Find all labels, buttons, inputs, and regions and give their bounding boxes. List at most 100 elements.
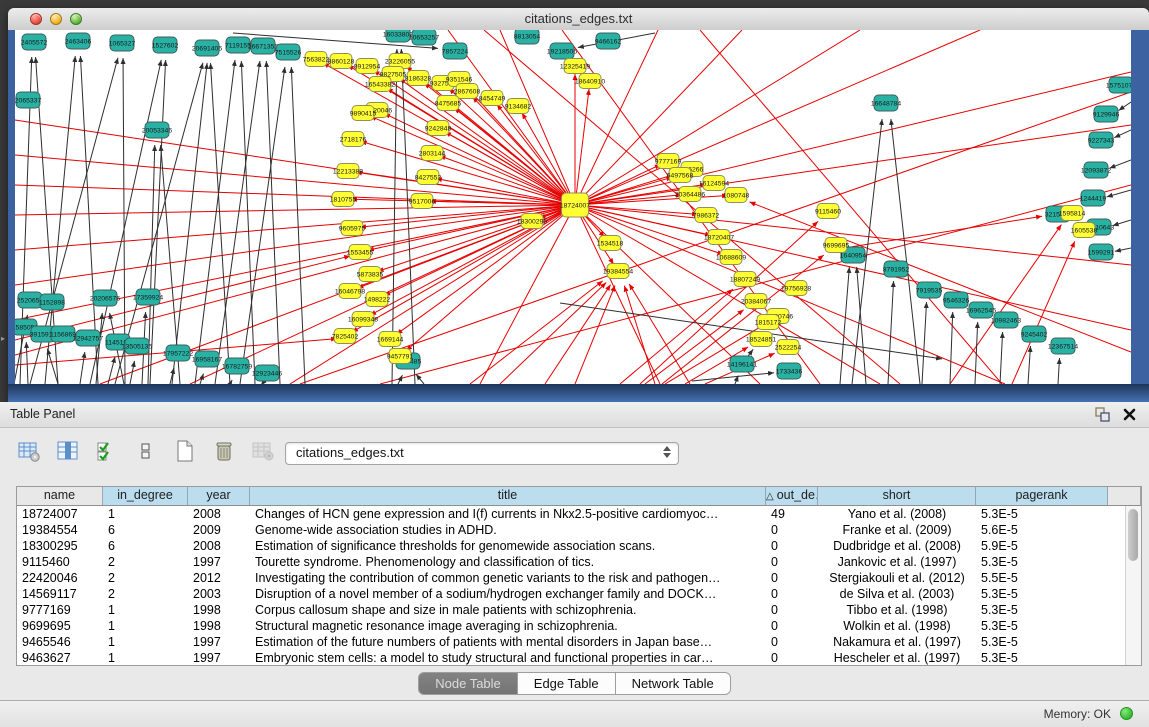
column-header-indegree[interactable]: in_degree	[103, 487, 188, 505]
close-window-button[interactable]	[30, 13, 42, 25]
cell-short[interactable]: Dudbridge et al. (2008)	[818, 538, 976, 554]
table-row[interactable]: 1830029562008Estimation of significance …	[17, 538, 1141, 554]
cell-indegree[interactable]: 1	[103, 634, 188, 650]
graph-node[interactable]: 1733436	[776, 363, 803, 379]
graph-node[interactable]: 18807249	[730, 272, 760, 287]
graph-node[interactable]: 6497568	[667, 168, 694, 183]
graph-node[interactable]: 8860128	[328, 54, 355, 69]
cell-outde[interactable]: 0	[766, 634, 818, 650]
graph-node[interactable]: 19756928	[781, 281, 811, 296]
cell-pagerank[interactable]: 5.9E-5	[976, 538, 1108, 554]
cell-title[interactable]: Corpus callosum shape and size in male p…	[250, 602, 766, 618]
column-header-pagerank[interactable]: pagerank	[976, 487, 1108, 505]
graph-node[interactable]: 16671355	[248, 38, 278, 54]
table-row[interactable]: 1872400712008Changes of HCN gene express…	[17, 506, 1141, 522]
cell-short[interactable]: Franke et al. (2009)	[818, 522, 976, 538]
cell-outde[interactable]: 0	[766, 554, 818, 570]
column-header-name[interactable]: name	[17, 487, 103, 505]
cell-name[interactable]: 19384554	[17, 522, 103, 538]
graph-node[interactable]: 12923446	[252, 365, 282, 381]
cell-year[interactable]: 1997	[188, 554, 250, 570]
graph-node[interactable]: 2803144	[419, 146, 446, 161]
memory-status-icon[interactable]	[1120, 707, 1133, 720]
graph-node[interactable]: 2405572	[21, 34, 48, 50]
table-row[interactable]: 1456911722003Disruption of a novel membe…	[17, 586, 1141, 602]
cell-indegree[interactable]: 6	[103, 538, 188, 554]
graph-node[interactable]: 12093872	[1081, 162, 1111, 178]
graph-node[interactable]: 9242848	[425, 121, 452, 136]
tab-edge-table[interactable]: Edge Table	[518, 672, 616, 695]
graph-node[interactable]: 14196141	[727, 356, 757, 372]
graph-node[interactable]: 9227343	[1088, 132, 1115, 148]
cell-short[interactable]: Jankovic et al. (1997)	[818, 554, 976, 570]
cell-name[interactable]: 22420046	[17, 570, 103, 586]
table-row[interactable]: 946362711997Embryonic stem cells: a mode…	[17, 650, 1141, 666]
graph-node[interactable]: 1815172	[755, 315, 782, 330]
cell-year[interactable]: 2012	[188, 570, 250, 586]
graph-node[interactable]: 20691406	[192, 40, 222, 56]
graph-node[interactable]: 16099348	[348, 312, 378, 327]
cell-title[interactable]: Tourette syndrome. Phenomenology and cla…	[250, 554, 766, 570]
graph-node[interactable]: 8912954	[354, 59, 381, 74]
cell-title[interactable]: Disruption of a novel member of a sodium…	[250, 586, 766, 602]
graph-node[interactable]: 1605538	[1071, 223, 1098, 238]
graph-node[interactable]: 16962545	[966, 302, 996, 318]
table-row[interactable]: 946554611997Estimation of the future num…	[17, 634, 1141, 650]
graph-node[interactable]: 17957222	[163, 345, 193, 361]
column-header-title[interactable]: title	[250, 487, 766, 505]
graph-node[interactable]: 9546326	[943, 292, 970, 308]
cell-year[interactable]: 2008	[188, 538, 250, 554]
graph-node[interactable]: 8186328	[405, 71, 432, 86]
cell-name[interactable]: 18300295	[17, 538, 103, 554]
graph-node[interactable]: 8475685	[435, 96, 462, 111]
graph-node[interactable]: 8427552	[415, 170, 442, 185]
graph-node[interactable]: 20053346	[142, 122, 172, 138]
table-selector-combobox[interactable]: citations_edges.txt	[285, 442, 679, 465]
graph-node[interactable]: 1080748	[723, 188, 750, 203]
cell-year[interactable]: 2009	[188, 522, 250, 538]
graph-node[interactable]: 16543382	[365, 77, 395, 92]
cell-outde[interactable]: 0	[766, 522, 818, 538]
tab-network-table[interactable]: Network Table	[616, 672, 731, 695]
graph-node[interactable]: 1810755	[330, 192, 357, 207]
cell-title[interactable]: Embryonic stem cells: a model to study s…	[250, 650, 766, 666]
cell-indegree[interactable]: 1	[103, 602, 188, 618]
graph-node[interactable]: 13505135	[122, 338, 152, 354]
graph-node[interactable]: 9115460	[815, 204, 841, 219]
cell-title[interactable]: Estimation of the future numbers of pati…	[250, 634, 766, 650]
graph-node[interactable]: 17359924	[133, 289, 163, 305]
cell-name[interactable]: 9115460	[17, 554, 103, 570]
cell-name[interactable]: 18724007	[17, 506, 103, 522]
graph-node[interactable]: 1553455	[347, 245, 374, 260]
graph-node[interactable]: 1599291	[1088, 244, 1115, 260]
graph-node[interactable]: 18640910	[575, 74, 605, 89]
graph-node[interactable]: 18524851	[746, 332, 776, 347]
network-canvas[interactable]: 2405572246340610653271527602206914067119…	[15, 30, 1131, 384]
graph-node[interactable]: 9605975	[339, 221, 366, 236]
graph-node[interactable]: 10653257	[409, 30, 439, 45]
cell-short[interactable]: de Silva et al. (2003)	[818, 586, 976, 602]
graph-node[interactable]: 9129946	[1093, 106, 1120, 122]
graph-node[interactable]: 1244419	[1080, 190, 1107, 206]
graph-node[interactable]: 9517006	[409, 194, 436, 209]
cell-short[interactable]: Stergiakouli et al. (2012)	[818, 570, 976, 586]
graph-node[interactable]: 7919535	[916, 282, 943, 298]
graph-node[interactable]: 16782759	[222, 358, 252, 374]
cell-pagerank[interactable]: 5.3E-5	[976, 554, 1108, 570]
close-panel-icon[interactable]	[1122, 407, 1137, 427]
graph-node[interactable]: 9457791	[387, 349, 414, 364]
cell-year[interactable]: 1998	[188, 618, 250, 634]
graph-node[interactable]: 8454749	[479, 91, 506, 106]
table-row[interactable]: 1938455462009Genome-wide association stu…	[17, 522, 1141, 538]
graph-node[interactable]: 8791952	[883, 261, 910, 277]
graph-node[interactable]: 15751074	[1106, 77, 1131, 93]
graph-node[interactable]: 9134682	[505, 99, 532, 114]
graph-node[interactable]: 16648784	[871, 95, 901, 111]
column-header-outde[interactable]: △out_de…	[766, 487, 818, 505]
cell-indegree[interactable]: 2	[103, 554, 188, 570]
graph-node[interactable]: 12942757	[73, 330, 103, 346]
graph-node[interactable]: 1534518	[597, 236, 624, 251]
graph-node[interactable]: 7986372	[693, 208, 720, 223]
cell-name[interactable]: 9465546	[17, 634, 103, 650]
graph-node[interactable]: 9699695	[823, 238, 850, 253]
